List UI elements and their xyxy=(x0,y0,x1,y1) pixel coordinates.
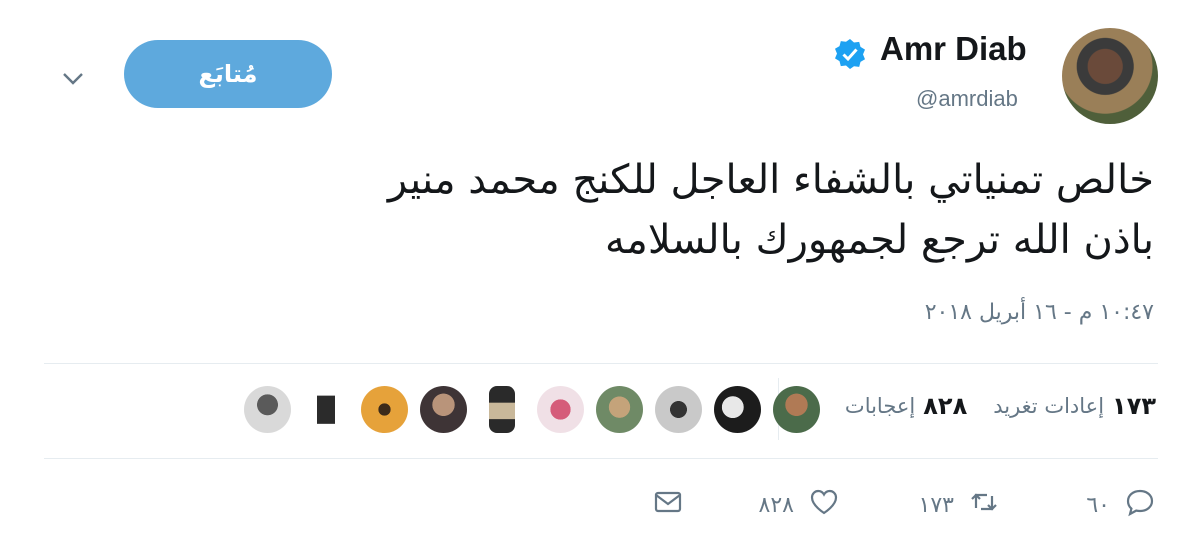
mail-icon[interactable] xyxy=(652,486,684,524)
user-handle[interactable]: @amrdiab xyxy=(916,86,1018,112)
tweet-stats: ١٧٣ إعادات تغريد ٨٢٨ إعجابات xyxy=(845,392,1156,420)
tweet-text: خالص تمنياتي بالشفاء العاجل للكنج محمد م… xyxy=(54,150,1154,270)
liker-avatar[interactable] xyxy=(244,386,291,433)
liker-avatars xyxy=(244,386,820,433)
liker-avatar[interactable] xyxy=(489,386,515,433)
like-count: ٨٢٨ xyxy=(758,492,794,518)
divider-top xyxy=(44,363,1158,364)
like-action[interactable]: ٨٢٨ xyxy=(759,486,840,524)
liker-avatar[interactable] xyxy=(655,386,702,433)
likes-label[interactable]: إعجابات xyxy=(845,394,915,418)
liker-avatar[interactable] xyxy=(773,386,820,433)
likes-count[interactable]: ٨٢٨ xyxy=(923,392,967,420)
liker-avatar[interactable] xyxy=(714,386,761,433)
avatar[interactable] xyxy=(1062,28,1158,124)
liker-avatar[interactable] xyxy=(361,386,408,433)
reply-count: ٦٠ xyxy=(1086,492,1110,518)
retweet-action[interactable]: ١٧٣ xyxy=(919,486,1000,524)
tweet-text-line-1: خالص تمنياتي بالشفاء العاجل للكنج محمد م… xyxy=(387,157,1154,203)
tweet-timestamp[interactable]: ١٠:٤٧ م - ١٦ أبريل ٢٠١٨ xyxy=(925,300,1154,325)
following-button[interactable]: مُتابَع xyxy=(124,40,332,108)
tweet-text-line-2: باذن الله ترجع لجمهورك بالسلامه xyxy=(604,217,1154,263)
reply-icon[interactable] xyxy=(1124,486,1156,524)
reply-action[interactable]: ٦٠ xyxy=(1086,486,1156,524)
message-action[interactable] xyxy=(652,486,684,524)
retweets-label[interactable]: إعادات تغريد xyxy=(993,394,1104,418)
divider-bottom xyxy=(44,458,1158,459)
display-name[interactable]: Amr Diab xyxy=(880,30,1027,68)
liker-avatar[interactable] xyxy=(537,386,584,433)
verified-badge-icon xyxy=(834,38,866,70)
liker-avatar[interactable] xyxy=(596,386,643,433)
retweet-icon[interactable] xyxy=(968,486,1000,524)
liker-avatar[interactable] xyxy=(420,386,467,433)
heart-icon[interactable] xyxy=(808,486,840,524)
chevron-down-icon[interactable] xyxy=(58,64,88,94)
retweet-count: ١٧٣ xyxy=(918,492,954,518)
liker-avatar[interactable] xyxy=(317,386,335,433)
retweets-count[interactable]: ١٧٣ xyxy=(1112,392,1156,420)
